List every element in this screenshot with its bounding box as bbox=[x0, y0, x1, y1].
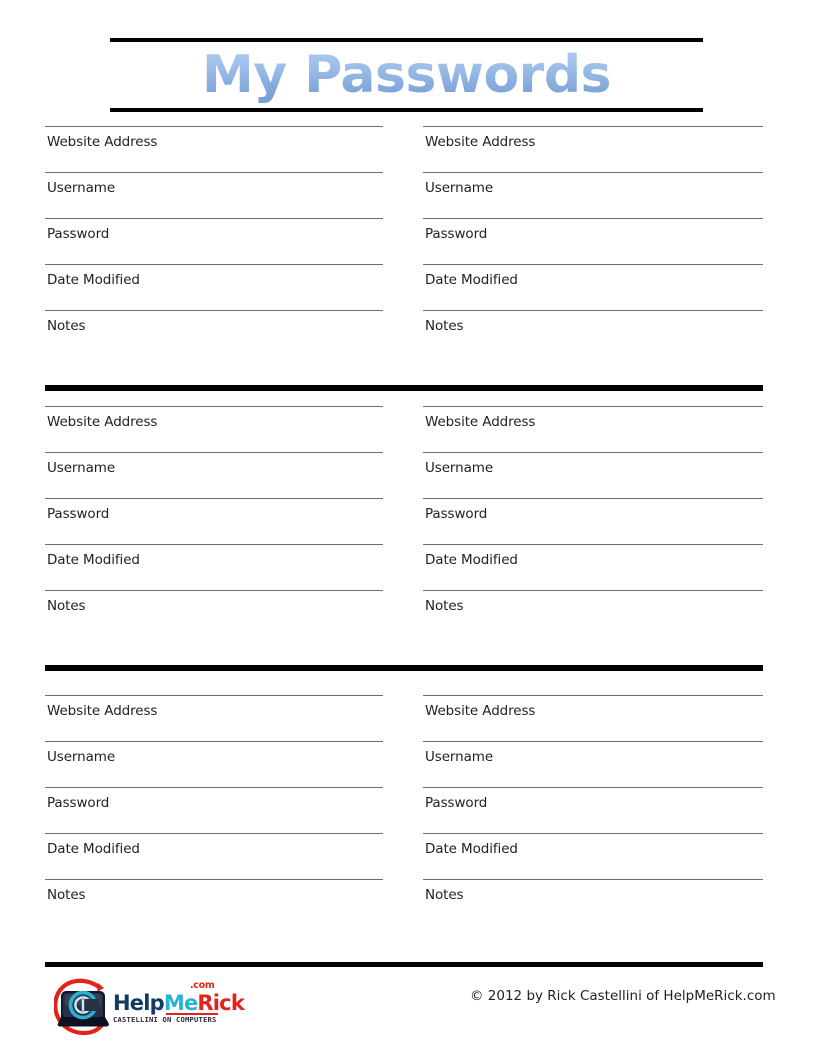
field-row-notes[interactable]: Notes bbox=[45, 879, 383, 925]
logo-wordmark: HelpMeRick bbox=[113, 991, 245, 1015]
field-row-notes[interactable]: Notes bbox=[423, 590, 763, 636]
field-row-website-address[interactable]: Website Address bbox=[45, 126, 383, 172]
field-row-password[interactable]: Password bbox=[423, 498, 763, 544]
field-row-password[interactable]: Password bbox=[423, 218, 763, 264]
field-label-notes: Notes bbox=[425, 598, 464, 614]
page-title: My Passwords bbox=[110, 42, 703, 108]
field-label-password: Password bbox=[425, 795, 488, 811]
field-row-date-modified[interactable]: Date Modified bbox=[45, 833, 383, 879]
field-label-date-modified: Date Modified bbox=[47, 552, 140, 568]
entry-block-2: Website Address Username Password Date M… bbox=[0, 406, 816, 656]
field-label-notes: Notes bbox=[425, 318, 464, 334]
logo-word-me: Me bbox=[163, 991, 198, 1015]
field-row-date-modified[interactable]: Date Modified bbox=[45, 544, 383, 590]
field-row-password[interactable]: Password bbox=[45, 218, 383, 264]
entry-3-column: Website Address Username Password Date M… bbox=[45, 406, 383, 636]
field-label-notes: Notes bbox=[47, 887, 86, 903]
entry-2-column: Website Address Username Password Date M… bbox=[423, 126, 763, 356]
field-row-notes[interactable]: Notes bbox=[423, 310, 763, 356]
field-label-website-address: Website Address bbox=[425, 134, 536, 150]
copyright-text: © 2012 by Rick Castellini of HelpMeRick.… bbox=[470, 988, 776, 1004]
logo-word-help: Help bbox=[113, 991, 165, 1015]
logo-underline bbox=[166, 1013, 218, 1015]
footer-divider bbox=[45, 962, 763, 967]
entry-block-1: Website Address Username Password Date M… bbox=[0, 126, 816, 376]
field-row-password[interactable]: Password bbox=[45, 498, 383, 544]
field-label-username: Username bbox=[47, 749, 116, 765]
field-row-notes[interactable]: Notes bbox=[45, 590, 383, 636]
field-row-notes[interactable]: Notes bbox=[423, 879, 763, 925]
field-row-username[interactable]: Username bbox=[423, 452, 763, 498]
field-row-username[interactable]: Username bbox=[423, 172, 763, 218]
field-row-username[interactable]: Username bbox=[45, 172, 383, 218]
section-divider-1 bbox=[45, 385, 763, 391]
field-label-notes: Notes bbox=[47, 318, 86, 334]
logo-tagline: CASTELLINI ON COMPUTERS bbox=[113, 1016, 217, 1024]
page-footer: .com HelpMeRick CASTELLINI ON COMPUTERS … bbox=[0, 955, 816, 1056]
entry-block-3: Website Address Username Password Date M… bbox=[0, 695, 816, 945]
helpmerick-logo[interactable]: .com HelpMeRick CASTELLINI ON COMPUTERS bbox=[54, 977, 245, 1039]
logo-word-rick: Rick bbox=[197, 991, 244, 1015]
field-label-website-address: Website Address bbox=[47, 134, 158, 150]
field-row-website-address[interactable]: Website Address bbox=[423, 695, 763, 741]
entry-4-column: Website Address Username Password Date M… bbox=[423, 406, 763, 636]
field-row-website-address[interactable]: Website Address bbox=[45, 406, 383, 452]
field-label-date-modified: Date Modified bbox=[47, 841, 140, 857]
entry-1-column: Website Address Username Password Date M… bbox=[45, 126, 383, 356]
field-row-website-address[interactable]: Website Address bbox=[45, 695, 383, 741]
field-row-date-modified[interactable]: Date Modified bbox=[423, 833, 763, 879]
field-label-password: Password bbox=[47, 226, 110, 242]
field-label-website-address: Website Address bbox=[47, 414, 158, 430]
logo-dotcom-text: .com bbox=[190, 980, 215, 991]
field-label-date-modified: Date Modified bbox=[425, 552, 518, 568]
field-row-date-modified[interactable]: Date Modified bbox=[423, 264, 763, 310]
field-label-password: Password bbox=[425, 226, 488, 242]
page-title-block: My Passwords bbox=[110, 38, 703, 112]
field-label-website-address: Website Address bbox=[425, 414, 536, 430]
field-label-date-modified: Date Modified bbox=[47, 272, 140, 288]
field-label-website-address: Website Address bbox=[425, 703, 536, 719]
field-label-username: Username bbox=[425, 460, 494, 476]
section-divider-2 bbox=[45, 665, 763, 671]
field-row-username[interactable]: Username bbox=[45, 452, 383, 498]
field-label-username: Username bbox=[47, 460, 116, 476]
field-label-password: Password bbox=[47, 795, 110, 811]
field-row-notes[interactable]: Notes bbox=[45, 310, 383, 356]
entry-6-column: Website Address Username Password Date M… bbox=[423, 695, 763, 925]
field-label-username: Username bbox=[47, 180, 116, 196]
field-label-date-modified: Date Modified bbox=[425, 272, 518, 288]
field-label-date-modified: Date Modified bbox=[425, 841, 518, 857]
field-row-website-address[interactable]: Website Address bbox=[423, 406, 763, 452]
entry-5-column: Website Address Username Password Date M… bbox=[45, 695, 383, 925]
field-row-username[interactable]: Username bbox=[45, 741, 383, 787]
field-label-website-address: Website Address bbox=[47, 703, 158, 719]
field-label-notes: Notes bbox=[425, 887, 464, 903]
field-label-password: Password bbox=[47, 506, 110, 522]
field-row-username[interactable]: Username bbox=[423, 741, 763, 787]
field-label-password: Password bbox=[425, 506, 488, 522]
field-row-date-modified[interactable]: Date Modified bbox=[45, 264, 383, 310]
field-row-password[interactable]: Password bbox=[45, 787, 383, 833]
field-row-website-address[interactable]: Website Address bbox=[423, 126, 763, 172]
field-label-username: Username bbox=[425, 749, 494, 765]
field-label-notes: Notes bbox=[47, 598, 86, 614]
field-label-username: Username bbox=[425, 180, 494, 196]
field-row-password[interactable]: Password bbox=[423, 787, 763, 833]
password-worksheet-page: My Passwords Website Address Username Pa… bbox=[0, 0, 816, 1056]
field-row-date-modified[interactable]: Date Modified bbox=[423, 544, 763, 590]
title-rule-bottom bbox=[110, 108, 703, 112]
